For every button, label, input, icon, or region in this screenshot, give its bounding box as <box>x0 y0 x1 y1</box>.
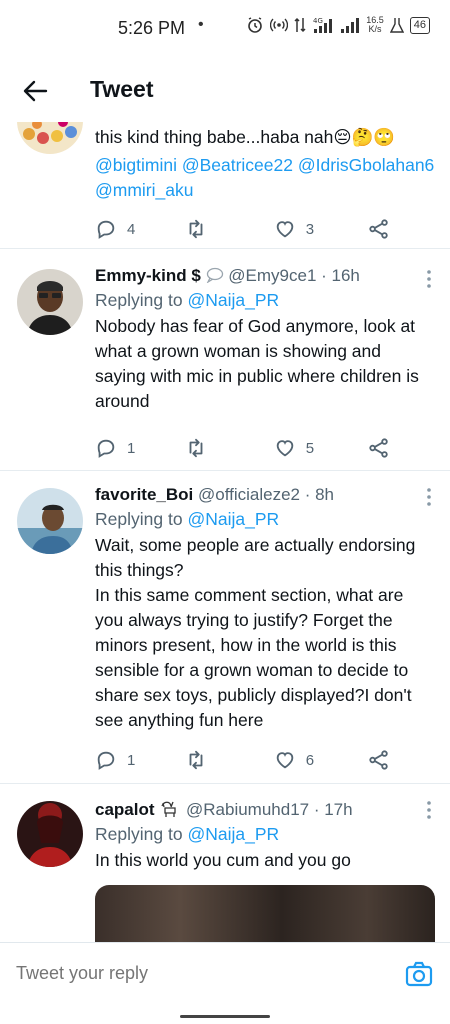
signal-icon <box>341 18 360 33</box>
tweet-body: favorite_Boi @officialeze2 · 8h Replying… <box>95 485 436 733</box>
tweet[interactable]: favorite_Boi @officialeze2 · 8h Replying… <box>0 471 450 784</box>
tweet-header: capalot @Rabiumuhd17 · 17h <box>95 798 436 820</box>
like-button[interactable]: 3 <box>274 218 368 240</box>
reply-icon <box>97 439 115 458</box>
tweet-media[interactable] <box>95 885 435 942</box>
tweet-body: capalot @Rabiumuhd17 · 17h Replying to @… <box>95 798 436 942</box>
display-name[interactable]: Emmy-kind $ <box>95 266 201 285</box>
tweet-body: Emmy-kind $ @Emy9ce1 · 16h Replying to @… <box>95 266 436 414</box>
tweet-body: this kind thing babe...haba nah😔🤔🙄 @bigt… <box>95 125 436 203</box>
tweet-time: · 17h <box>313 800 353 819</box>
like-icon <box>276 752 293 769</box>
reply-icon <box>97 220 115 239</box>
reply-icon <box>97 751 115 770</box>
like-count: 6 <box>305 751 315 769</box>
header: Tweet <box>0 58 450 122</box>
tweet[interactable]: capalot @Rabiumuhd17 · 17h Replying to @… <box>0 784 450 942</box>
handle[interactable]: @Rabiumuhd17 <box>186 800 309 819</box>
tweet[interactable]: this kind thing babe...haba nah😔🤔🙄 @bigt… <box>0 112 450 249</box>
more-icon[interactable] <box>426 487 432 507</box>
goat-icon <box>161 801 176 817</box>
tweet-header: favorite_Boi @officialeze2 · 8h <box>95 485 436 505</box>
status-icons: 4G 16.5 K/s 46 <box>246 16 430 34</box>
reply-feed: this kind thing babe...haba nah😔🤔🙄 @bigt… <box>0 112 450 942</box>
status-dot: • <box>198 16 204 33</box>
replying-to-handle[interactable]: @Naija_PR <box>187 509 279 529</box>
reply-count: 1 <box>127 439 136 457</box>
share-icon <box>369 750 388 770</box>
replying-to-handle[interactable]: @Naija_PR <box>187 824 279 844</box>
display-name[interactable]: capalot <box>95 800 155 819</box>
handle[interactable]: @officialeze2 <box>198 485 300 504</box>
reply-bar <box>0 942 450 1024</box>
battery-indicator: 46 <box>409 16 430 34</box>
like-icon <box>276 440 293 457</box>
replying-to: Replying to @Naija_PR <box>95 290 280 310</box>
handle[interactable]: @Emy9ce1 <box>228 266 316 285</box>
data-transfer-icon <box>294 17 306 33</box>
more-icon[interactable] <box>426 800 432 820</box>
status-bar: 5:26 PM • 4G 16.5 K/s 46 <box>0 0 450 58</box>
retweet-button[interactable] <box>185 218 273 240</box>
avatar[interactable] <box>17 269 83 335</box>
retweet-icon <box>189 750 203 770</box>
share-icon <box>369 438 388 458</box>
alarm-icon <box>248 17 263 33</box>
tweet-actions: 4 3 <box>95 216 390 242</box>
svg-text:4G: 4G <box>313 17 323 25</box>
more-icon[interactable] <box>426 269 432 289</box>
speech-bubble-icon <box>205 267 223 284</box>
tweet-time: · 8h <box>304 485 335 504</box>
tweet-text: In this world you cum and you go <box>95 850 351 870</box>
tweet-text: Nobody has fear of God anymore, look at … <box>95 316 419 411</box>
tweet-mentions[interactable]: @bigtimini @Beatricee22 @IdrisGbolahan6 … <box>95 153 436 203</box>
reply-input[interactable] <box>16 963 316 984</box>
retweet-button[interactable] <box>185 749 273 771</box>
share-button[interactable] <box>368 218 390 240</box>
display-name[interactable]: favorite_Boi <box>95 485 193 504</box>
avatar[interactable] <box>17 801 83 867</box>
like-icon <box>276 221 293 238</box>
avatar[interactable] <box>17 488 83 554</box>
tweet-text: Wait, some people are actually endorsing… <box>95 535 416 730</box>
lab-icon <box>389 18 404 33</box>
reply-count: 1 <box>127 751 136 769</box>
like-button[interactable]: 6 <box>274 749 368 771</box>
replying-to: Replying to @Naija_PR <box>95 824 280 844</box>
tweet-time: · 16h <box>321 266 360 285</box>
reply-count: 4 <box>127 220 136 238</box>
hotspot-icon <box>270 18 289 32</box>
reply-button[interactable]: 1 <box>95 749 185 771</box>
retweet-icon <box>189 438 203 458</box>
like-count: 3 <box>305 220 315 238</box>
replying-to: Replying to @Naija_PR <box>95 509 280 529</box>
tweet-header: Emmy-kind $ @Emy9ce1 · 16h <box>95 266 436 286</box>
replying-to-handle[interactable]: @Naija_PR <box>187 290 279 310</box>
reply-button[interactable]: 1 <box>95 437 185 459</box>
share-button[interactable] <box>368 437 390 459</box>
share-icon <box>369 219 388 239</box>
signal-4g-icon: 4G <box>313 17 333 33</box>
camera-icon[interactable] <box>404 959 434 989</box>
home-indicator <box>180 1015 270 1018</box>
network-speed: 16.5 K/s <box>366 15 384 34</box>
reply-button[interactable]: 4 <box>95 218 185 240</box>
tweet-actions: 1 6 <box>95 747 390 773</box>
tweet-actions: 1 5 <box>95 435 390 461</box>
like-button[interactable]: 5 <box>274 437 368 459</box>
back-arrow-icon[interactable] <box>22 78 48 104</box>
like-count: 5 <box>305 439 315 457</box>
share-button[interactable] <box>368 749 390 771</box>
retweet-button[interactable] <box>185 437 273 459</box>
tweet[interactable]: Emmy-kind $ @Emy9ce1 · 16h Replying to @… <box>0 249 450 471</box>
status-time: 5:26 PM <box>118 18 186 38</box>
page-title: Tweet <box>90 76 154 102</box>
tweet-text: this kind thing babe...haba nah😔🤔🙄 <box>95 127 396 147</box>
retweet-icon <box>189 219 203 239</box>
